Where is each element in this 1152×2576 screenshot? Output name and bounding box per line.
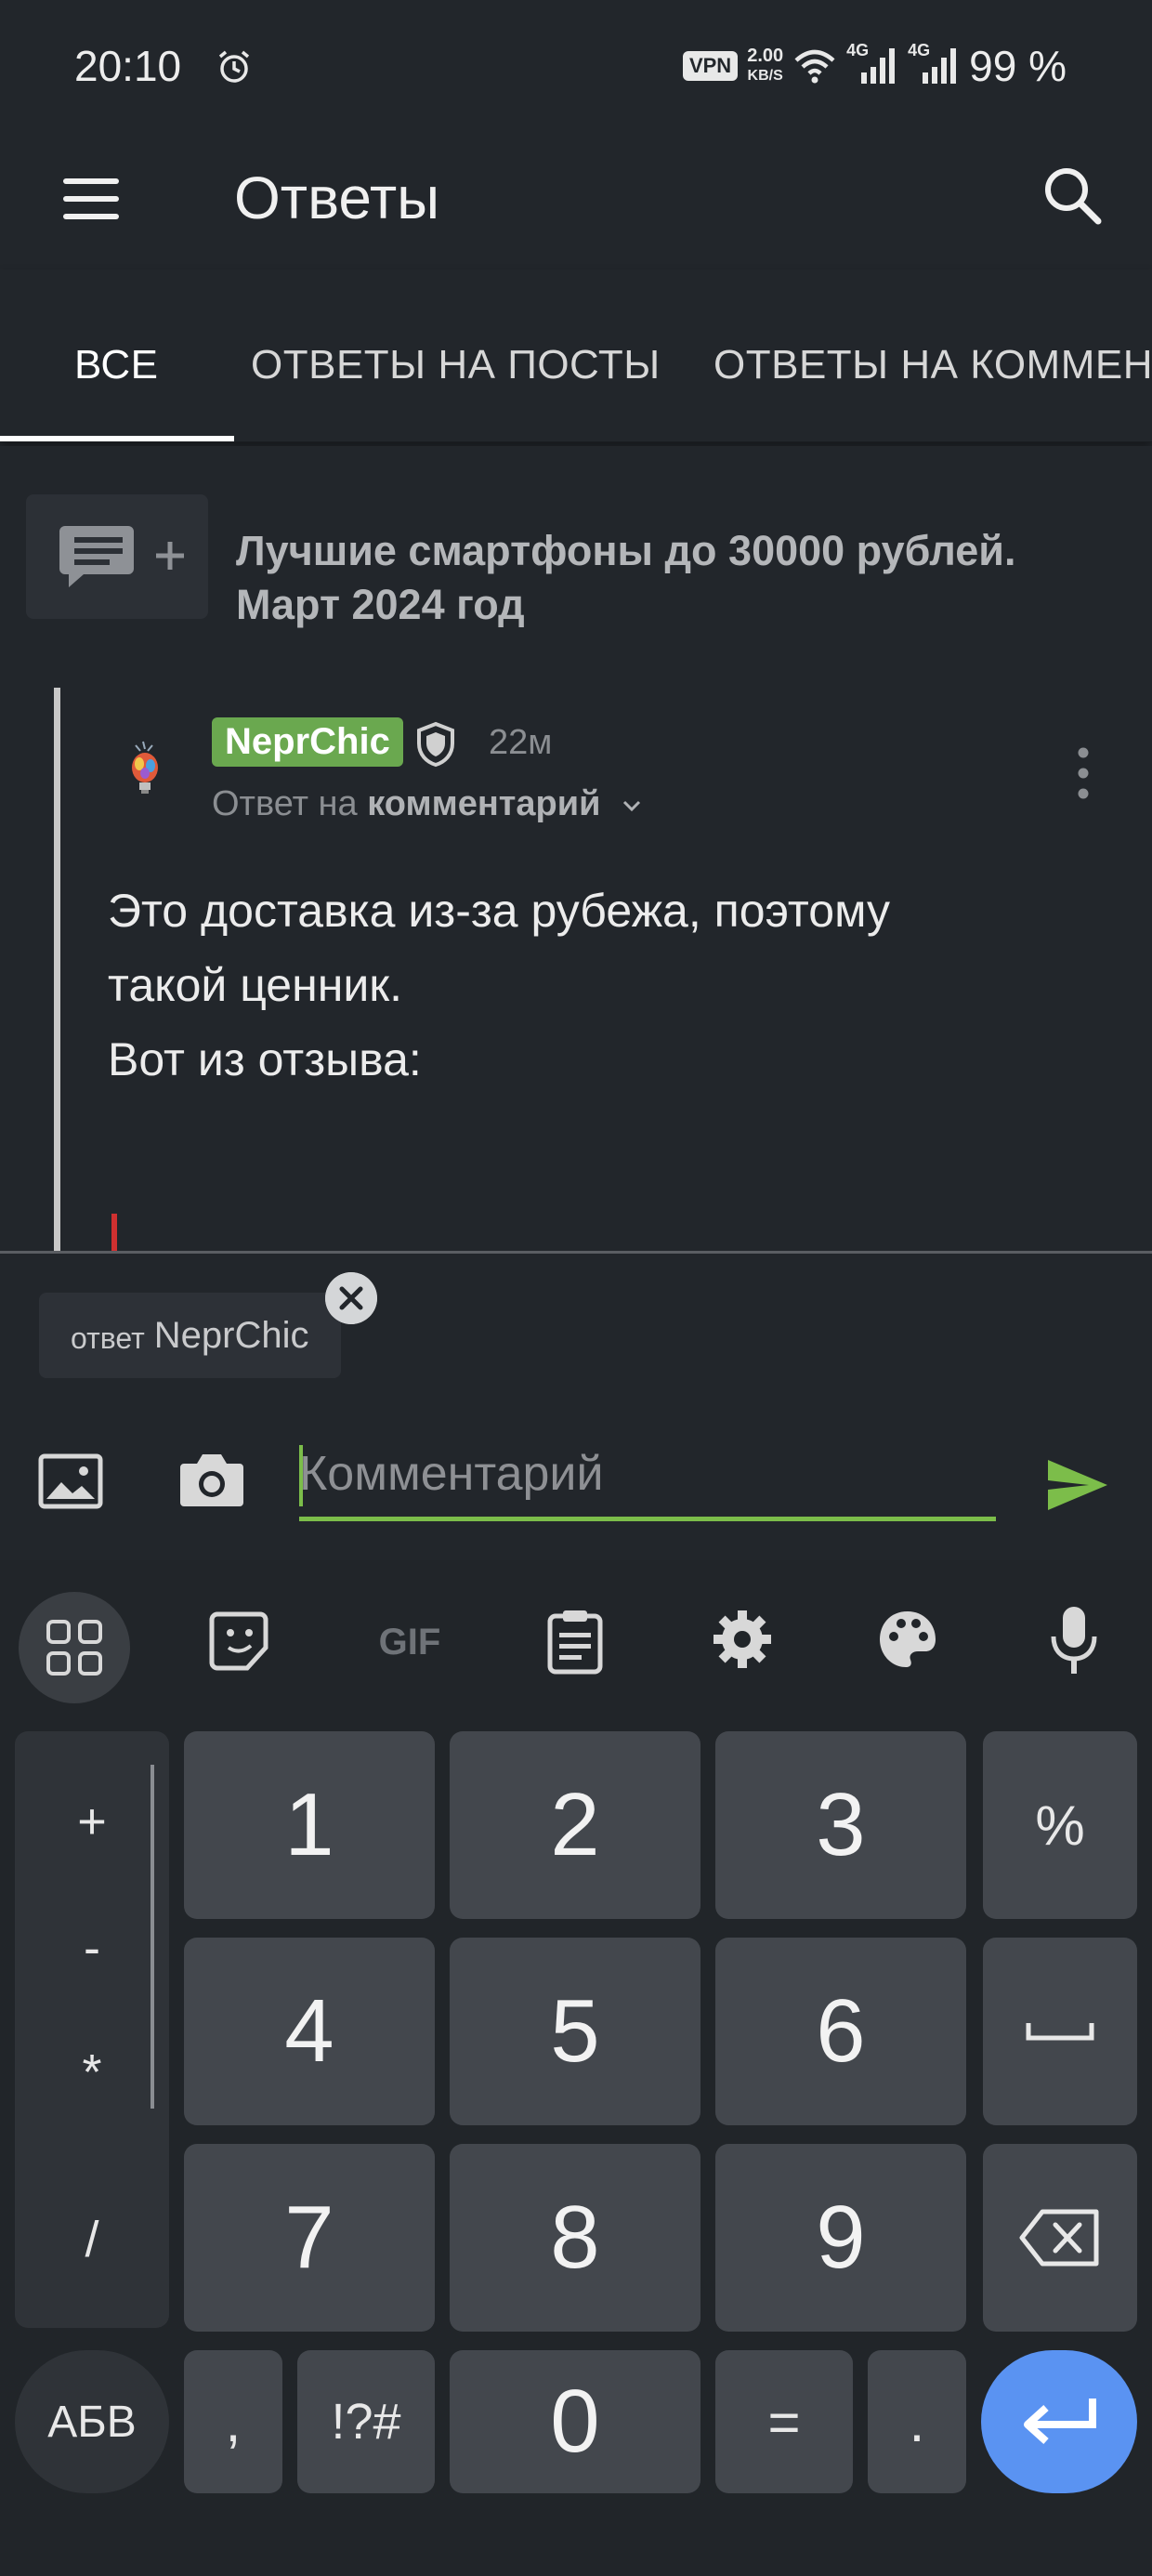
comment-author[interactable]: NeprChic <box>212 717 403 767</box>
key-7[interactable]: 7 <box>184 2144 435 2332</box>
embedded-image-edge <box>111 1214 117 1251</box>
comment-line: Вот из отзыва: <box>108 1033 422 1085</box>
network-label-1: 4G <box>846 40 870 59</box>
close-icon[interactable] <box>325 1272 377 1324</box>
key-0[interactable]: 0 <box>450 2350 700 2493</box>
thread-line <box>54 688 60 1253</box>
keyboard: GIF + - * / 1 2 3 % 4 5 6 7 8 9 АБВ , !?… <box>0 1560 1152 2576</box>
signal-1: 4G <box>846 41 898 88</box>
active-tab-indicator <box>0 436 234 441</box>
key-dot[interactable]: . <box>868 2350 966 2493</box>
reply-prefix: Ответ на <box>212 784 358 823</box>
comment-add-icon <box>59 526 184 587</box>
status-time: 20:10 <box>74 42 182 90</box>
sticker-icon[interactable] <box>208 1609 273 1674</box>
speed-value: 2.00 <box>747 46 784 66</box>
mic-icon[interactable] <box>1044 1603 1104 1677</box>
key-space[interactable] <box>983 1938 1137 2125</box>
key-plus[interactable]: + <box>15 1793 169 1850</box>
apps-icon <box>46 1620 102 1676</box>
send-icon[interactable] <box>1046 1458 1109 1512</box>
status-bar: 20:10 VPN 2.00 KB/S 4G 4G 99 % <box>0 0 1152 130</box>
key-6[interactable]: 6 <box>715 1938 966 2125</box>
key-percent[interactable]: % <box>983 1731 1137 1919</box>
comment-time: 22м <box>489 723 553 762</box>
key-9[interactable]: 9 <box>715 2144 966 2332</box>
key-2[interactable]: 2 <box>450 1731 700 1919</box>
key-enter[interactable] <box>981 2350 1137 2493</box>
clipboard-icon[interactable] <box>543 1607 608 1676</box>
shield-icon <box>417 721 454 768</box>
network-speed: 2.00 KB/S <box>747 46 783 85</box>
tab-comment-replies[interactable]: ОТВЕТЫ НА КОММЕНТАРИИ <box>713 342 1152 388</box>
key-minus[interactable]: - <box>15 1919 169 1977</box>
status-icons: VPN 2.00 KB/S 4G 4G 99 % <box>682 41 1067 91</box>
vpn-badge: VPN <box>682 51 739 81</box>
chevron-down-icon <box>622 800 641 812</box>
post-title[interactable]: Лучшие смартфоны до 30000 рублей. Март 2… <box>236 524 1072 632</box>
reply-context[interactable]: Ответ на комментарий <box>212 784 642 824</box>
keyboard-toolbar: GIF <box>0 1560 1152 1709</box>
tab-post-replies[interactable]: ОТВЕТЫ НА ПОСТЫ <box>251 342 661 388</box>
comment-line: Это доставка из-за рубежа, поэтому <box>108 885 891 937</box>
key-5[interactable]: 5 <box>450 1938 700 2125</box>
palette-icon[interactable] <box>875 1607 940 1672</box>
comment-line: такой ценник. <box>108 959 403 1011</box>
text-caret <box>299 1445 303 1506</box>
search-icon[interactable] <box>1039 162 1106 229</box>
app-bar: Ответы <box>0 130 1152 269</box>
comment-input[interactable] <box>299 1430 996 1521</box>
alarm-icon <box>218 50 250 83</box>
image-icon[interactable] <box>37 1452 104 1510</box>
key-symbols[interactable]: !?# <box>297 2350 435 2493</box>
wifi-icon <box>794 49 835 84</box>
tab-all[interactable]: ВСЕ <box>74 342 159 388</box>
key-8[interactable]: 8 <box>450 2144 700 2332</box>
menu-icon[interactable] <box>63 177 119 221</box>
speed-unit: KB/S <box>747 68 783 84</box>
settings-icon[interactable] <box>710 1607 775 1672</box>
key-1[interactable]: 1 <box>184 1731 435 1919</box>
user-avatar[interactable] <box>119 740 171 797</box>
key-comma[interactable]: , <box>184 2350 282 2493</box>
replies-feed: Лучшие смартфоны до 30000 рублей. Март 2… <box>0 446 1152 1253</box>
tab-bar: ВСЕ ОТВЕТЫ НА ПОСТЫ ОТВЕТЫ НА КОММЕНТАРИ… <box>0 269 1152 442</box>
reply-chip-prefix: ответ <box>71 1321 145 1355</box>
key-3[interactable]: 3 <box>715 1731 966 1919</box>
post-icon-box[interactable] <box>26 494 208 619</box>
enter-icon <box>1024 2399 1096 2444</box>
reply-composer: ответ NeprChic <box>0 1254 1152 1560</box>
key-4[interactable]: 4 <box>184 1938 435 2125</box>
camera-icon[interactable] <box>177 1449 247 1510</box>
key-slash[interactable]: / <box>15 2211 169 2268</box>
more-options-icon[interactable] <box>1072 745 1094 801</box>
signal-2: 4G <box>908 41 960 88</box>
key-equals[interactable]: = <box>715 2350 853 2493</box>
apps-button[interactable] <box>19 1592 130 1703</box>
gif-button[interactable]: GIF <box>368 1612 452 1672</box>
reply-target: комментарий <box>367 784 601 823</box>
backspace-icon <box>1019 2209 1099 2267</box>
battery-level: 99 % <box>969 42 1067 90</box>
comment-body: Это доставка из-за рубежа, поэтому такой… <box>108 874 1093 1097</box>
reply-chip-name: NeprChic <box>153 1314 309 1356</box>
key-asterisk[interactable]: * <box>15 2044 169 2101</box>
page-title: Ответы <box>234 164 440 231</box>
reply-target-chip: ответ NeprChic <box>39 1293 341 1378</box>
space-icon <box>1026 2023 1094 2041</box>
key-abc[interactable]: АБВ <box>15 2350 169 2493</box>
network-label-2: 4G <box>908 40 931 59</box>
key-backspace[interactable] <box>983 2144 1137 2332</box>
